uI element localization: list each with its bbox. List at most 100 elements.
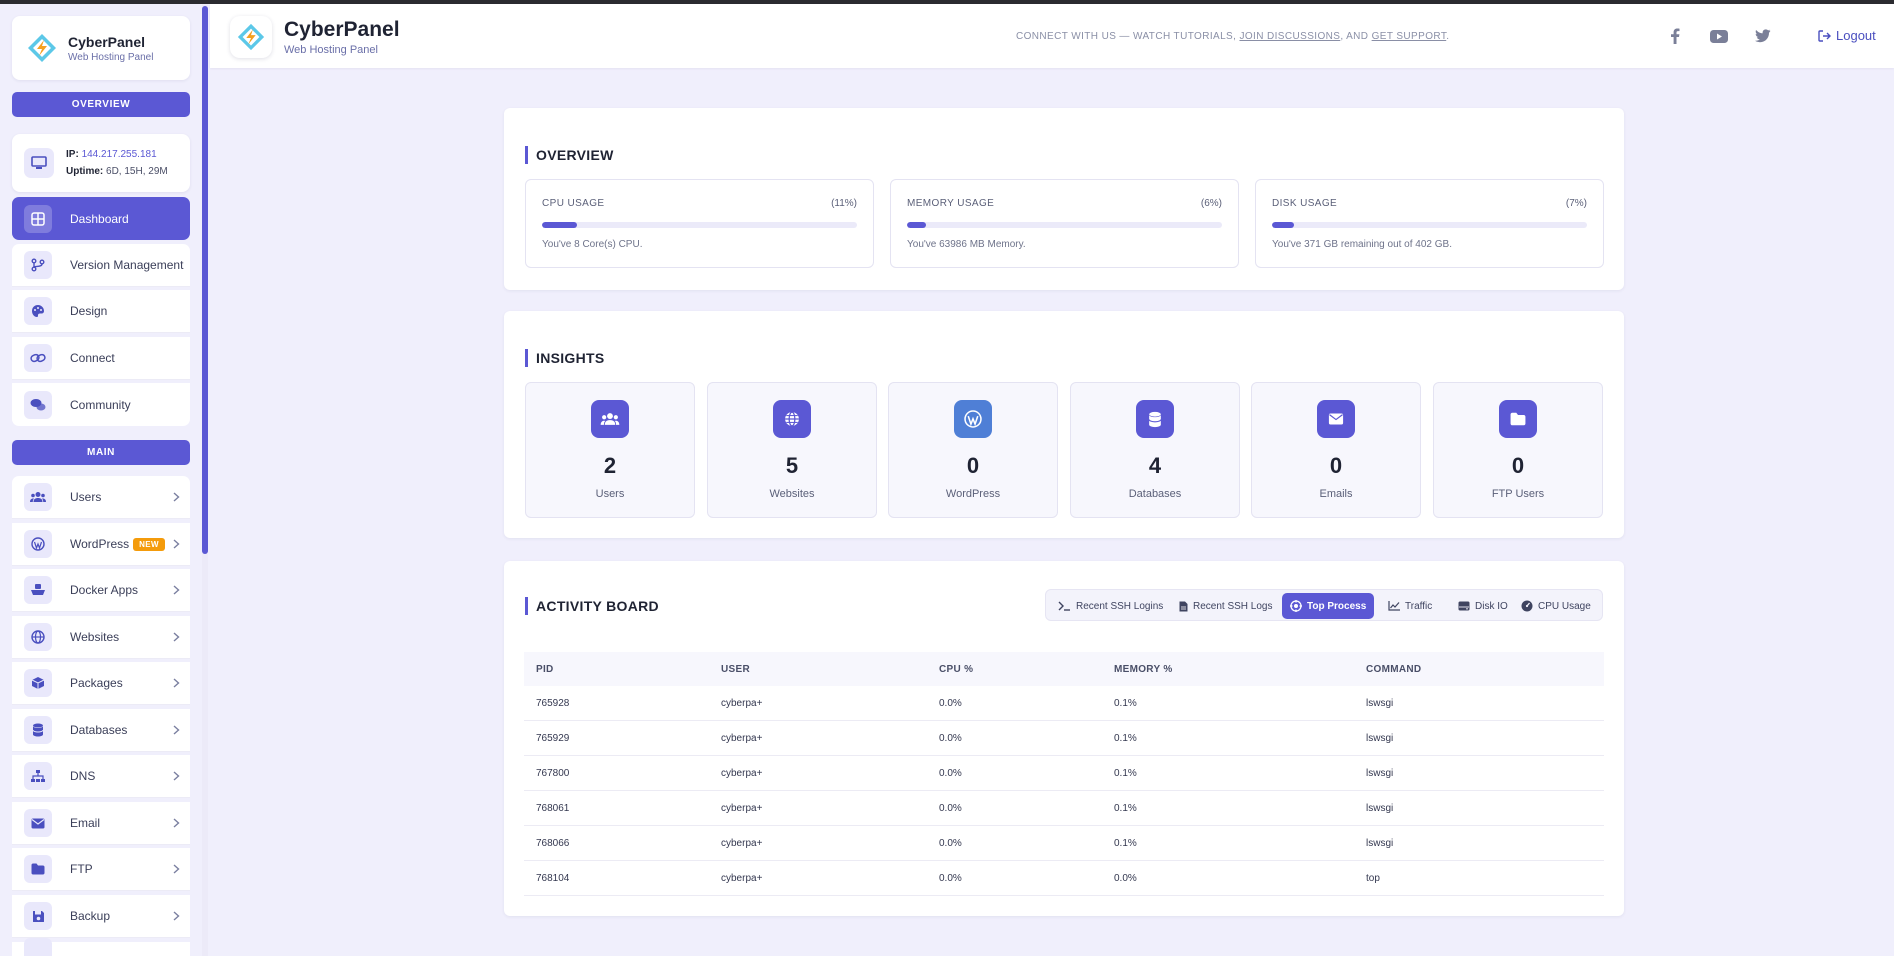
insight-databases-count: 4 [1148, 453, 1162, 478]
monitor-icon [24, 148, 54, 178]
sidebar-item-docker-apps[interactable]: Docker Apps [12, 569, 190, 612]
sign-out-icon [1818, 29, 1831, 42]
table-row: 765929 cyberpa+ 0.0% 0.1% lswsgi [524, 721, 1604, 756]
tab-cpu-usage[interactable]: CPU Usage [1513, 593, 1599, 619]
sidebar-item-packages[interactable]: Packages [12, 662, 190, 705]
file-icon [1179, 601, 1188, 611]
cell-memory: 0.1% [1114, 768, 1137, 779]
chevron-right-icon [173, 818, 180, 828]
insight-databases[interactable]: 4 Databases [1070, 382, 1240, 518]
insight-wordpress-count: 0 [966, 453, 980, 478]
cell-command: lswsgi [1366, 768, 1394, 779]
cell-pid: 768066 [536, 838, 570, 849]
cell-cpu: 0.0% [939, 733, 962, 744]
activity-board-title: ACTIVITY BOARD [525, 597, 659, 615]
users-icon [591, 400, 629, 438]
ip-label: IP: [66, 149, 79, 160]
sidebar-scrollbar-thumb[interactable] [202, 6, 208, 554]
comments-icon [24, 390, 52, 419]
brand-subtitle: Web Hosting Panel [68, 51, 154, 63]
envelope-icon [1317, 400, 1355, 438]
disk-usage-bar-fill [1272, 222, 1295, 228]
memory-usage-bar [907, 222, 1222, 228]
sidebar-item-label: Community [70, 397, 131, 412]
sidebar-item-connect[interactable]: Connect [12, 337, 190, 380]
sidebar-item-users[interactable]: Users [12, 476, 190, 519]
insight-websites[interactable]: 5 Websites [707, 382, 877, 518]
insight-websites-count: 5 [785, 453, 799, 478]
insights-card: INSIGHTS 2 Users 5 Websites 0 WordPress … [504, 311, 1624, 538]
cell-command: lswsgi [1366, 698, 1394, 709]
sidebar-item-backup[interactable]: Backup [12, 895, 190, 938]
disk-usage-box: DISK USAGE (7%) You've 371 GB remaining … [1255, 179, 1604, 268]
overview-card: OVERVIEW CPU USAGE (11%) You've 8 Core(s… [504, 108, 1624, 290]
sidebar-item-design[interactable]: Design [12, 290, 190, 333]
sidebar-item-label: Email [70, 816, 101, 830]
sidebar-item-wordpress[interactable]: WordPress NEW [12, 523, 190, 566]
tab-top-process[interactable]: Top Process [1282, 593, 1375, 619]
twitter-icon[interactable] [1755, 29, 1771, 43]
overview-title: OVERVIEW [525, 146, 614, 164]
get-support-link[interactable]: GET SUPPORT [1372, 31, 1447, 42]
chart-line-icon [1388, 601, 1400, 611]
memory-usage-desc: You've 63986 MB Memory. [907, 239, 1026, 250]
cell-pid: 765929 [536, 733, 570, 744]
insight-wordpress[interactable]: 0 WordPress [888, 382, 1058, 518]
memory-usage-bar-fill [907, 222, 926, 228]
sidebar-item-more[interactable] [12, 937, 190, 956]
insight-ftp-users[interactable]: 0 FTP Users [1433, 382, 1603, 518]
column-header-cpu: CPU % [939, 664, 974, 675]
tab-traffic[interactable]: Traffic [1380, 593, 1440, 619]
globe-icon [24, 623, 52, 651]
memory-usage-box: MEMORY USAGE (6%) You've 63986 MB Memory… [890, 179, 1239, 268]
wordpress-icon [954, 400, 992, 438]
tab-label: Disk IO [1475, 600, 1508, 612]
sidebar-item-databases[interactable]: Databases [12, 709, 190, 752]
facebook-icon[interactable] [1670, 28, 1680, 44]
tab-label: CPU Usage [1538, 600, 1591, 612]
sidebar-item-websites[interactable]: Websites [12, 616, 190, 659]
insight-databases-label: Databases [1128, 488, 1182, 500]
dashboard-icon [24, 204, 52, 233]
cell-user: cyberpa+ [721, 838, 763, 849]
section-main-pill: MAIN [12, 440, 190, 465]
sidebar-item-version-management[interactable]: Version Management [12, 244, 190, 287]
sitemap-icon [24, 762, 52, 790]
tab-disk-io[interactable]: Disk IO [1450, 593, 1516, 619]
chevron-right-icon [173, 585, 180, 595]
tab-recent-ssh-logins[interactable]: Recent SSH Logins [1050, 593, 1171, 619]
tab-recent-ssh-logs[interactable]: Recent SSH Logs [1171, 593, 1281, 619]
sidebar-brand[interactable]: CyberPanel Web Hosting Panel [12, 16, 190, 80]
insight-emails[interactable]: 0 Emails [1251, 382, 1421, 518]
table-row: 768061 cyberpa+ 0.0% 0.1% lswsgi [524, 791, 1604, 826]
insight-emails-count: 0 [1329, 453, 1343, 478]
insights-title: INSIGHTS [525, 349, 605, 367]
sidebar-item-dns[interactable]: DNS [12, 755, 190, 798]
youtube-icon[interactable] [1710, 30, 1728, 43]
activity-tabs: Recent SSH Logins Recent SSH Logs Top Pr… [1045, 589, 1603, 621]
column-header-memory: MEMORY % [1114, 664, 1173, 675]
insight-users[interactable]: 2 Users [525, 382, 695, 518]
chevron-right-icon [173, 864, 180, 874]
sidebar-item-label: Backup [70, 909, 111, 923]
sidebar-item-ftp[interactable]: FTP [12, 848, 190, 891]
chevron-right-icon [173, 492, 180, 502]
insight-ftp-users-count: 0 [1511, 453, 1525, 478]
sidebar-item-community[interactable]: Community [12, 383, 190, 426]
logout-button[interactable]: Logout [1818, 28, 1876, 43]
gauge-icon [1521, 600, 1533, 612]
branch-icon [24, 251, 52, 279]
tab-label: Recent SSH Logs [1193, 600, 1273, 612]
more-icon [24, 937, 52, 956]
cell-command: lswsgi [1366, 733, 1394, 744]
process-table-header: PID USER CPU % MEMORY % COMMAND [524, 652, 1604, 686]
sidebar-item-dashboard[interactable]: Dashboard [12, 197, 190, 240]
column-header-user: USER [721, 664, 750, 675]
sidebar-item-email[interactable]: Email [12, 802, 190, 845]
sidebar-item-label: Version Management [70, 258, 184, 272]
cyberpanel-logo-icon [28, 34, 56, 62]
header-logo[interactable] [230, 16, 272, 58]
join-discussions-link[interactable]: JOIN DISCUSSIONS [1239, 31, 1340, 42]
server-info-card: IP: 144.217.255.181 Uptime: 6D, 15H, 29M [12, 134, 190, 192]
section-overview-pill: OVERVIEW [12, 92, 190, 117]
